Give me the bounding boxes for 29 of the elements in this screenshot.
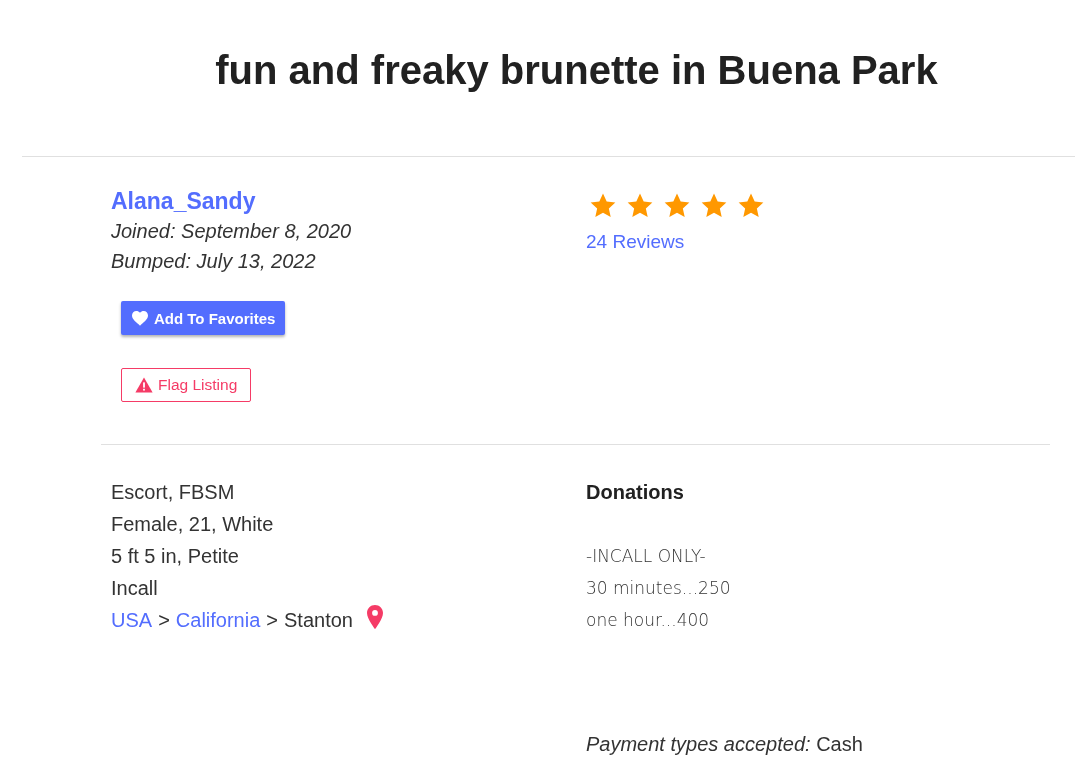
- star-icon: [627, 193, 653, 218]
- star-icon: [701, 193, 727, 218]
- detail-text: Female, 21, White: [111, 512, 274, 537]
- rate-text: -INCALL ONLY-: [586, 545, 706, 568]
- heart-icon: [131, 310, 149, 326]
- reviews-link[interactable]: 24 Reviews: [586, 230, 685, 254]
- add-to-favorites-button[interactable]: Add To Favorites: [121, 301, 286, 335]
- rate-text: one hour...400: [586, 609, 710, 632]
- payment-types-text: Payment types accepted: Cash: [586, 732, 863, 757]
- breadcrumb-separator: >: [266, 608, 278, 633]
- donations-heading: Donations: [586, 480, 684, 505]
- bumped-date: Bumped: July 13, 2022: [111, 249, 316, 274]
- warning-icon: [135, 377, 153, 393]
- listing-title: fun and freaky brunette in Buena Park: [214, 47, 939, 94]
- star-icon: [664, 193, 690, 218]
- star-icon: [590, 193, 616, 218]
- detail-text: Escort, FBSM: [111, 480, 235, 505]
- star-icon: [738, 193, 764, 218]
- detail-text: 5 ft 5 in, Petite: [111, 544, 239, 569]
- rate-text: 30 minutes...250: [586, 577, 731, 600]
- flag-listing-button[interactable]: Flag Listing: [121, 368, 252, 402]
- username-link[interactable]: Alana_Sandy: [111, 186, 256, 216]
- joined-date: Joined: September 8, 2020: [111, 219, 352, 244]
- map-pin-icon[interactable]: [366, 605, 383, 629]
- breadcrumb-separator: >: [158, 608, 170, 633]
- location-text: Stanton: [284, 608, 353, 633]
- location-link[interactable]: USA: [111, 604, 153, 636]
- location-link[interactable]: California: [175, 604, 261, 636]
- detail-text: Incall: [111, 576, 158, 601]
